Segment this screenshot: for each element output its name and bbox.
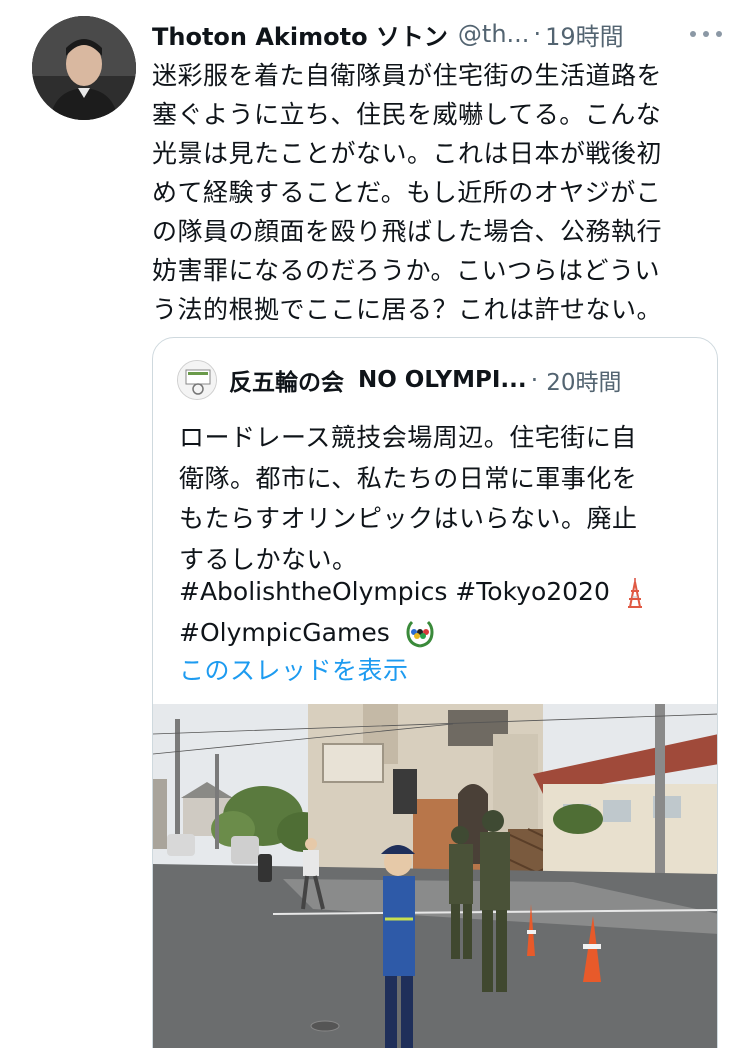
quoted-text-line: ロードレース競技会場周辺。住宅街に自	[179, 423, 637, 452]
author-avatar[interactable]	[32, 16, 136, 120]
quoted-author-avatar[interactable]	[177, 360, 217, 400]
show-thread-link[interactable]: このスレッドを表示	[179, 651, 409, 691]
olympic-wreath-emoji	[406, 620, 434, 647]
hashtag-line[interactable]: #AbolishtheOlympics #Tokyo2020	[179, 577, 610, 606]
quoted-tweet-text: ロードレース競技会場周辺。住宅街に自 衛隊。都市に、私たちの日常に軍事化を もた…	[179, 418, 699, 580]
quoted-tweet-header: 反五輪の会 NO OLYMPI... · 20時間	[177, 360, 622, 400]
hashtag-line[interactable]: #OlympicGames	[179, 618, 390, 647]
tokyo-tower-emoji	[627, 578, 642, 608]
quoted-text-line: 衛隊。都市に、私たちの日常に軍事化を	[179, 463, 638, 493]
more-dots-icon[interactable]	[690, 22, 722, 46]
tweet-text-line: 光景は見たことがない。これは日本が戦後初	[152, 139, 663, 168]
tweet-text-line: 迷彩服を着た自衛隊員が住宅街の生活道路を	[152, 61, 663, 90]
tweet-text-line: 塞ぐように立ち、住民を威嚇してる。こんな	[152, 100, 662, 129]
street-scene-image	[153, 704, 717, 1048]
quoted-tweet-timestamp[interactable]: 20時間	[546, 363, 621, 397]
tweet-timestamp[interactable]: 19時間	[545, 17, 624, 52]
tweet-text-line: う法的根拠でここに居る？これは許せない。	[152, 295, 663, 324]
tweet-text-line: の隊員の顔面を殴り飛ばした場合、公務執行	[152, 217, 663, 246]
no-olympics-logo-icon	[178, 361, 216, 399]
quoted-text-line: もたらすオリンピックはいらない。廃止	[179, 504, 638, 533]
quoted-tweet-photo[interactable]	[153, 704, 717, 1048]
tweet-header: Thoton Akimoto ソトン @th... · 19時間	[152, 14, 722, 54]
quoted-tweet-card[interactable]: 反五輪の会 NO OLYMPI... · 20時間 ロードレース競技会場周辺。住…	[152, 337, 718, 1048]
tweet-text-line: めて経験することだ。もし近所のオヤジがこ	[152, 178, 662, 207]
author-handle[interactable]: @th...	[458, 20, 530, 48]
author-name[interactable]: Thoton Akimoto ソトン	[152, 17, 448, 52]
quoted-hashtags: #AbolishtheOlympics #Tokyo2020 #OlympicG…	[179, 572, 699, 653]
tweet-text-line: 妨害罪になるのだろうか。こいつらはどうい	[152, 256, 661, 285]
separator-dot: ·	[533, 20, 542, 48]
quoted-author-org[interactable]: NO OLYMPI...	[358, 367, 527, 393]
quoted-author-name[interactable]: 反五輪の会	[229, 363, 344, 397]
profile-photo	[32, 16, 136, 120]
tweet-text: 迷彩服を着た自衛隊員が住宅街の生活道路を 塞ぐように立ち、住民を威嚇してる。こん…	[152, 56, 722, 329]
separator-dot: ·	[530, 366, 539, 394]
